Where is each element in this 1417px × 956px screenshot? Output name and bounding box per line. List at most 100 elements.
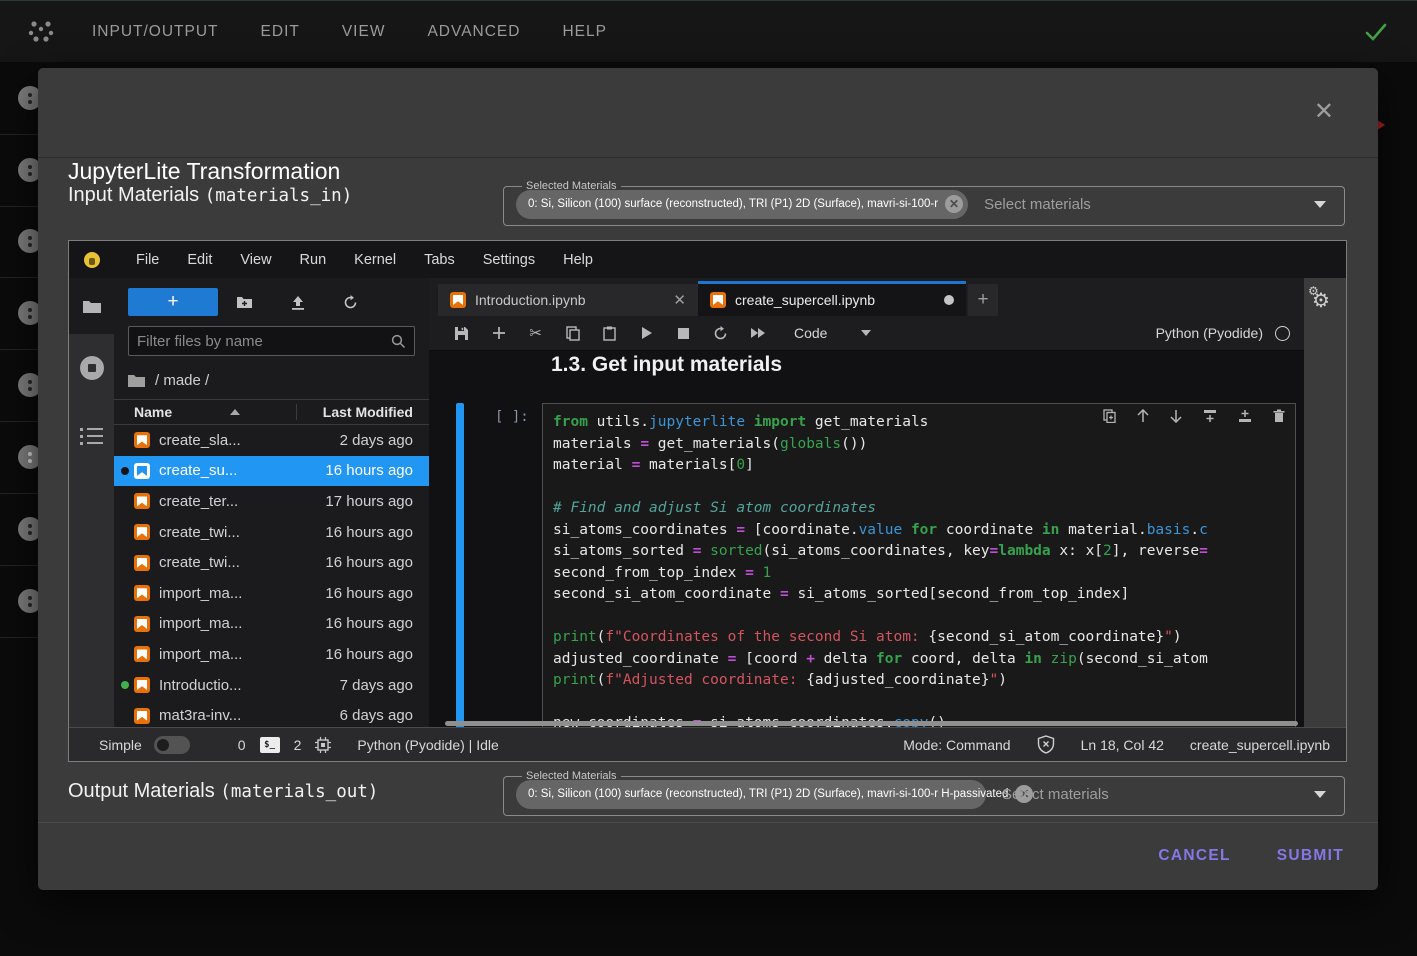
kernel-status-text[interactable]: Python (Pyodide) | Idle [357,737,498,753]
file-row[interactable]: create_twi...16 hours ago [114,517,429,548]
filter-files-input[interactable] [137,333,391,350]
jupyter-menu-edit[interactable]: Edit [173,252,226,268]
insert-cell-above-icon[interactable] [1203,409,1217,423]
jupyter-menubar: FileEditViewRunKernelTabsSettingsHelp [69,241,1346,278]
app-menu-item-advanced[interactable]: ADVANCED [427,23,520,41]
file-row[interactable]: create_sla...2 days ago [114,425,429,456]
code-line [553,477,1295,499]
chip-delete-icon[interactable]: ✕ [945,195,963,213]
file-modified: 16 hours ago [296,462,429,479]
output-materials-code: (materials_out) [220,782,378,802]
file-row[interactable]: import_ma...16 hours ago [114,609,429,640]
jupyter-menu-file[interactable]: File [122,252,173,268]
app-menu-item-input-output[interactable]: INPUT/OUTPUT [92,23,219,41]
file-list-header: Name Last Modified [114,399,429,425]
output-materials-text: Output Materials [68,780,220,802]
chevron-down-icon[interactable] [861,330,871,336]
copy-cells-button[interactable] [554,326,591,341]
filebrowser-tab[interactable] [69,278,114,334]
delete-cell-icon[interactable] [1273,409,1285,423]
input-materials-text: Input Materials [68,184,205,206]
output-materials-select[interactable]: Selected Materials 0: Si, Silicon (100) … [503,770,1345,816]
file-row[interactable]: Introductio...7 days ago [114,670,429,701]
settings-gears-icon[interactable]: ⚙⚙ [1312,288,1330,313]
paste-cells-button[interactable] [591,326,628,341]
insert-cell-button[interactable] [480,326,517,340]
column-last-modified[interactable]: Last Modified [296,404,429,420]
insert-cell-below-icon[interactable] [1238,409,1252,423]
restart-kernel-button[interactable] [702,326,739,341]
interrupt-kernel-button[interactable] [665,328,702,339]
file-name: Introductio... [159,677,296,694]
notebook-file-icon [134,463,150,479]
new-launcher-button[interactable]: + [128,288,218,316]
jupyter-menu-settings[interactable]: Settings [469,252,549,268]
input-materials-label: Input Materials (materials_in) [68,184,352,207]
breadcrumb[interactable]: / made / [114,364,429,399]
trust-shield-icon[interactable] [1037,735,1055,754]
kernel-name[interactable]: Python (Pyodide) [1156,325,1263,341]
output-material-chip[interactable]: 0: Si, Silicon (100) surface (reconstruc… [516,780,986,809]
upload-button[interactable] [271,295,324,310]
lightbulb-icon[interactable] [84,252,100,268]
save-button[interactable] [443,326,480,341]
mode-indicator[interactable]: Mode: Command [903,737,1010,753]
file-list: create_sla...2 days agocreate_su...16 ho… [114,425,429,727]
duplicate-cell-icon[interactable] [1103,409,1116,423]
check-icon[interactable] [1363,19,1389,45]
dialog-footer: CANCEL SUBMIT [38,823,1378,889]
filter-files-box[interactable] [128,326,415,356]
file-row[interactable]: create_twi...16 hours ago [114,547,429,578]
move-cell-up-icon[interactable] [1137,409,1149,423]
tab-create-supercell-ipynb[interactable]: create_supercell.ipynb [698,281,966,316]
refresh-button[interactable] [324,295,377,310]
file-row[interactable]: create_ter...17 hours ago [114,486,429,517]
jupyter-menu-tabs[interactable]: Tabs [410,252,469,268]
code-cell[interactable]: from utils.jupyterlite import get_materi… [542,403,1296,727]
jupyter-menu-run[interactable]: Run [286,252,341,268]
terminals-count: 0 [238,737,246,753]
submit-button[interactable]: SUBMIT [1277,847,1344,865]
cut-cells-button[interactable]: ✂ [517,324,554,342]
jupyter-menu-help[interactable]: Help [549,252,607,268]
notebook-content[interactable]: 1.3. Get input materials [ ]: [429,351,1304,727]
code-editor[interactable]: from utils.jupyterlite import get_materi… [553,412,1295,727]
input-material-chip[interactable]: 0: Si, Silicon (100) surface (reconstruc… [516,190,968,219]
tab-close-icon[interactable]: ✕ [673,291,686,309]
kernel-status-icon[interactable] [1275,326,1290,341]
chevron-down-icon[interactable] [1314,791,1326,798]
run-cell-button[interactable] [628,326,665,340]
statusbar-filename[interactable]: create_supercell.ipynb [1190,737,1330,753]
file-row[interactable]: import_ma...16 hours ago [114,639,429,670]
jupyter-menu-view[interactable]: View [226,252,285,268]
file-row[interactable]: mat3ra-inv...6 days ago [114,700,429,727]
horizontal-scrollbar[interactable] [445,721,1298,726]
tab-introduction-ipynb[interactable]: Introduction.ipynb ✕ [438,284,698,316]
app-menu-item-help[interactable]: HELP [562,23,607,41]
input-materials-select[interactable]: Selected Materials 0: Si, Silicon (100) … [503,180,1345,226]
file-row[interactable]: create_su...16 hours ago [114,456,429,487]
chevron-down-icon[interactable] [1314,201,1326,208]
restart-run-all-button[interactable] [739,327,776,339]
app-logo-icon[interactable] [26,17,56,47]
file-row[interactable]: import_ma...16 hours ago [114,578,429,609]
cursor-position[interactable]: Ln 18, Col 42 [1081,737,1164,753]
app-menu-item-view[interactable]: VIEW [342,23,386,41]
unsaved-changes-icon[interactable] [944,295,954,305]
new-tab-button[interactable]: + [968,284,998,316]
file-name: create_twi... [159,554,296,571]
dialog-close-icon[interactable]: ✕ [1314,100,1334,124]
table-of-contents-tab[interactable] [69,426,114,446]
simple-mode-toggle[interactable] [154,736,190,754]
new-folder-button[interactable] [218,295,271,309]
file-browser: + [114,278,429,727]
jupyter-statusbar: Simple 0 $_ 2 Python (Pyodide) | Idle Mo… [69,727,1346,761]
move-cell-down-icon[interactable] [1170,409,1182,423]
cell-type-dropdown[interactable]: Code [794,325,827,341]
app-menu-item-edit[interactable]: EDIT [261,23,300,41]
code-line: # Find and adjust Si atom coordinates [553,498,1295,520]
column-name[interactable]: Name [114,404,296,420]
running-kernels-tab[interactable] [69,356,114,380]
cancel-button[interactable]: CANCEL [1158,847,1230,865]
jupyter-menu-kernel[interactable]: Kernel [340,252,410,268]
